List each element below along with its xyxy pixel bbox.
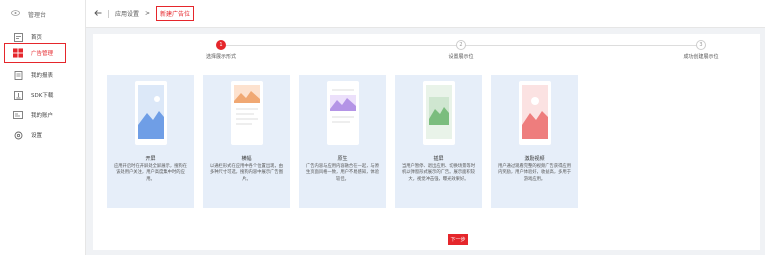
- sidebar-item-label: 我的报表: [31, 73, 54, 79]
- card-title: 开屏: [145, 156, 156, 162]
- gear-icon: [13, 130, 23, 140]
- home-icon: [13, 32, 23, 42]
- sidebar-item-label: 首页: [31, 35, 43, 41]
- download-icon: [13, 90, 23, 100]
- sidebar-item-label: 我的账户: [31, 113, 54, 119]
- breadcrumb-home[interactable]: 应用设置: [115, 9, 139, 18]
- step-3-label: 成功创建展示位: [683, 54, 719, 60]
- step-connector: [461, 45, 701, 46]
- back-arrow-icon[interactable]: [94, 9, 102, 18]
- breadcrumb-current: 新建广告位: [156, 6, 195, 21]
- sidebar-item-label: 广告管理: [31, 51, 54, 57]
- phone-mockup-illustration: [491, 75, 578, 151]
- ad-format-card-native[interactable]: 原生 广告内容与应用内容融合在一起，与原生页面风格一致，用户不易感知，体验较佳。: [299, 75, 386, 208]
- card-title: 激励视频: [524, 156, 545, 162]
- card-title: 原生: [337, 156, 348, 162]
- card-title: 插屏: [433, 156, 444, 162]
- grid-icon: [13, 48, 23, 58]
- step-1-indicator: 1: [216, 40, 226, 50]
- sidebar-header-label: 管理台: [28, 11, 47, 19]
- ad-format-card-splash[interactable]: 开屏 应用开启时在开屏处全屏展示，搜狗在该处用户关注，用户高度集中时的应用。: [107, 75, 194, 208]
- eye-icon: [11, 10, 20, 18]
- report-icon: [13, 70, 23, 80]
- step-2-indicator: 2: [456, 40, 466, 50]
- card-description: 广告内容与应用内容融合在一起，与原生页面风格一致，用户不易感知，体验较佳。: [305, 164, 380, 182]
- card-description: 以通栏形式在应用中各个位置出现，由多种尺寸可选，搜狗内容中展示广告图片。: [209, 164, 284, 182]
- sidebar-header[interactable]: 管理台: [0, 0, 85, 28]
- sidebar-item-label: SDK下载: [31, 93, 54, 99]
- sidebar-item-ad-management[interactable]: 广告管理: [4, 43, 66, 63]
- phone-mockup-illustration: [203, 75, 290, 151]
- card-description: 用户通过观看完整的视频广告获得应用内奖励，用户体验好，收益高，多用于游戏应用。: [497, 164, 572, 182]
- main-panel: 1 选择展示形式 2 设置展示位 3 成功创建展示位 开屏 应用开启时在开屏处全…: [93, 34, 760, 250]
- next-step-button[interactable]: 下一步: [448, 234, 468, 245]
- sidebar-item-settings[interactable]: 设置: [0, 125, 86, 145]
- step-3-indicator: 3: [696, 40, 706, 50]
- topbar: 应用设置 > 新建广告位: [86, 0, 765, 28]
- divider: [108, 9, 109, 18]
- account-icon: [13, 110, 23, 120]
- step-1-label: 选择展示形式: [205, 54, 237, 60]
- phone-mockup-illustration: [395, 75, 482, 151]
- ad-format-card-interstitial[interactable]: 插屏 当用户暂停、退出应用、切换场景等时机以弹窗形式展示的广告。展示面积较大，视…: [395, 75, 482, 208]
- card-title: 横幅: [241, 156, 252, 162]
- step-2-label: 设置展示位: [448, 54, 474, 60]
- sidebar-item-reports[interactable]: 我的报表: [0, 65, 86, 85]
- phone-mockup-illustration: [299, 75, 386, 151]
- ad-format-card-banner[interactable]: 横幅 以通栏形式在应用中各个位置出现，由多种尺寸可选，搜狗内容中展示广告图片。: [203, 75, 290, 208]
- breadcrumb-separator: >: [145, 10, 151, 17]
- sidebar-item-label: 设置: [31, 133, 43, 139]
- card-description: 当用户暂停、退出应用、切换场景等时机以弹窗形式展示的广告。展示面积较大，视觉冲击…: [401, 164, 476, 182]
- ad-format-card-rewarded-video[interactable]: 激励视频 用户通过观看完整的视频广告获得应用内奖励，用户体验好，收益高，多用于游…: [491, 75, 578, 208]
- step-connector: [221, 45, 461, 46]
- sidebar-item-account[interactable]: 我的账户: [0, 105, 86, 125]
- sidebar-item-sdk-download[interactable]: SDK下载: [0, 85, 86, 105]
- card-description: 应用开启时在开屏处全屏展示，搜狗在该处用户关注，用户高度集中时的应用。: [113, 164, 188, 182]
- sidebar: 管理台 首页 广告管理 我的报表 SDK下载 我的账户 设置: [0, 0, 86, 255]
- phone-mockup-illustration: [107, 75, 194, 151]
